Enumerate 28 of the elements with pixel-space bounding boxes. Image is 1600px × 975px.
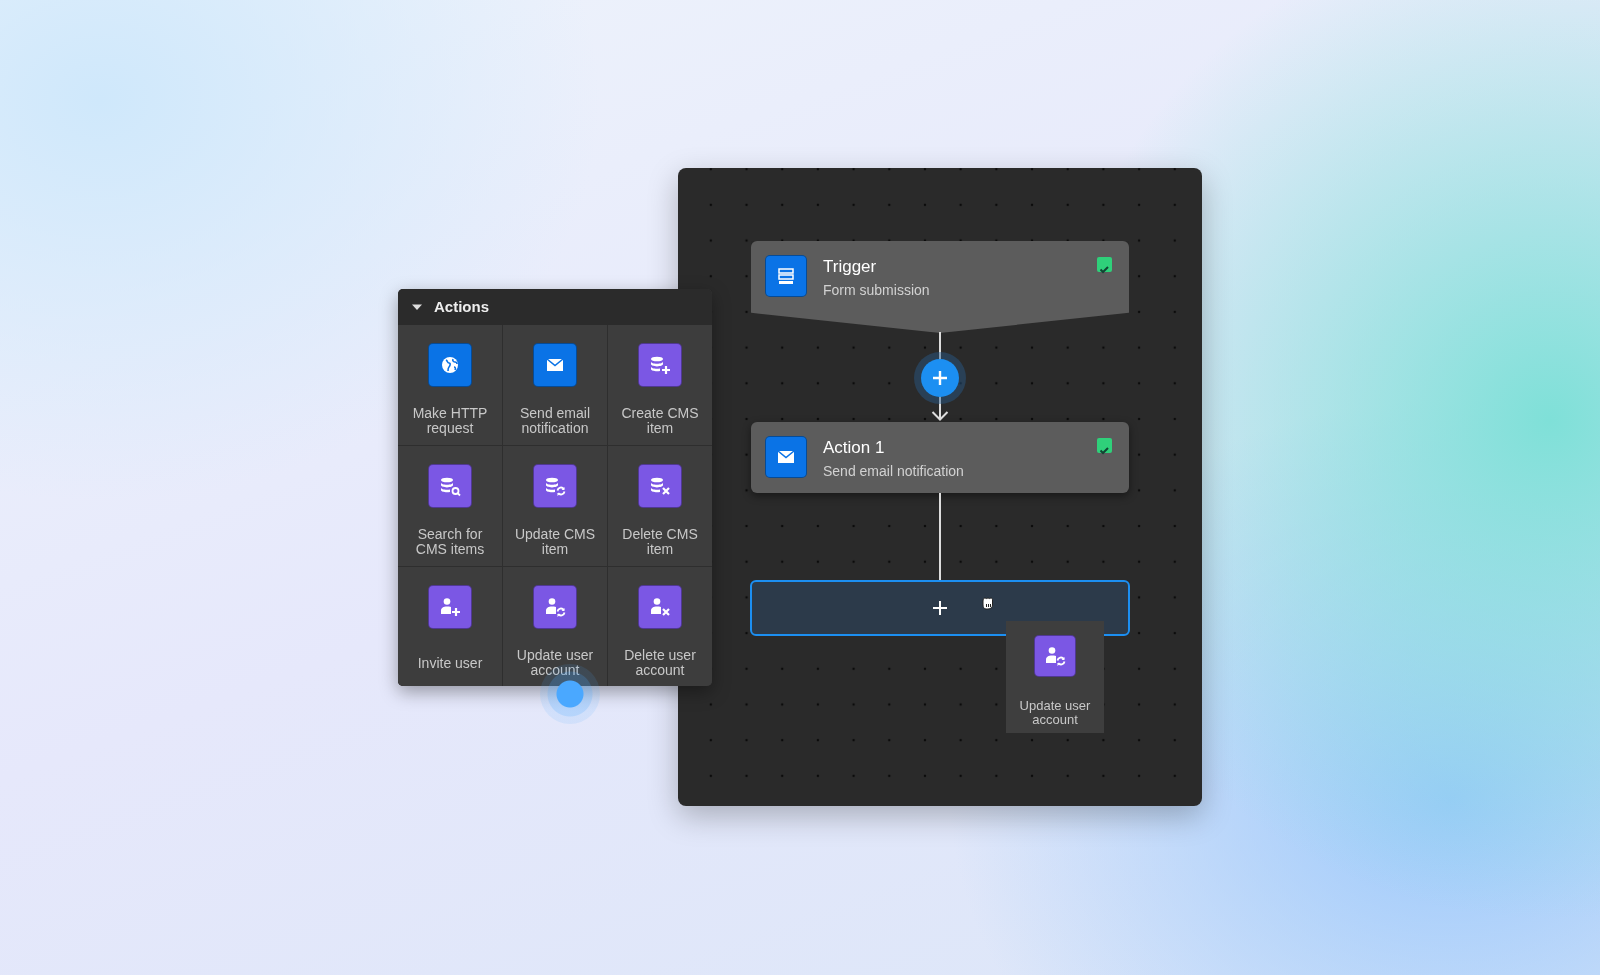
action-label: Update user account: [1018, 699, 1092, 727]
node-title: Action 1: [823, 438, 886, 458]
action-item[interactable]: Delete CMS item: [608, 446, 712, 566]
action-label: Update CMS item: [513, 526, 597, 558]
action-item[interactable]: Delete user account: [608, 567, 712, 686]
action-label: Delete user account: [623, 647, 697, 679]
action-label: Delete CMS item: [621, 526, 699, 558]
panel-header[interactable]: Actions: [398, 289, 712, 325]
action-label: Send email notification: [518, 405, 591, 437]
action-item[interactable]: Search for CMS items: [398, 446, 502, 566]
node-title: Trigger: [823, 257, 878, 277]
action-label: Create CMS item: [620, 405, 700, 437]
node-subtitle: Form submission: [823, 281, 930, 299]
action-node[interactable]: Action 1 Send email notification: [751, 422, 1129, 493]
action-item[interactable]: Invite user: [398, 567, 502, 686]
action-item[interactable]: Send email notification: [503, 325, 607, 445]
dragged-action-card[interactable]: Update user account: [1006, 621, 1104, 733]
action-label: Make HTTP request: [411, 405, 489, 437]
action-label: Search for CMS items: [414, 526, 486, 558]
trigger-node[interactable]: Trigger Form submission: [751, 241, 1129, 333]
panel-title: Actions: [434, 296, 489, 317]
action-label: Update user account: [515, 647, 595, 679]
action-item[interactable]: Make HTTP request: [398, 325, 502, 445]
node-subtitle: Send email notification: [823, 462, 964, 480]
action-item[interactable]: Update CMS item: [503, 446, 607, 566]
action-item[interactable]: Create CMS item: [608, 325, 712, 445]
action-label: Invite user: [416, 653, 484, 673]
action-item[interactable]: Update user account: [503, 567, 607, 686]
